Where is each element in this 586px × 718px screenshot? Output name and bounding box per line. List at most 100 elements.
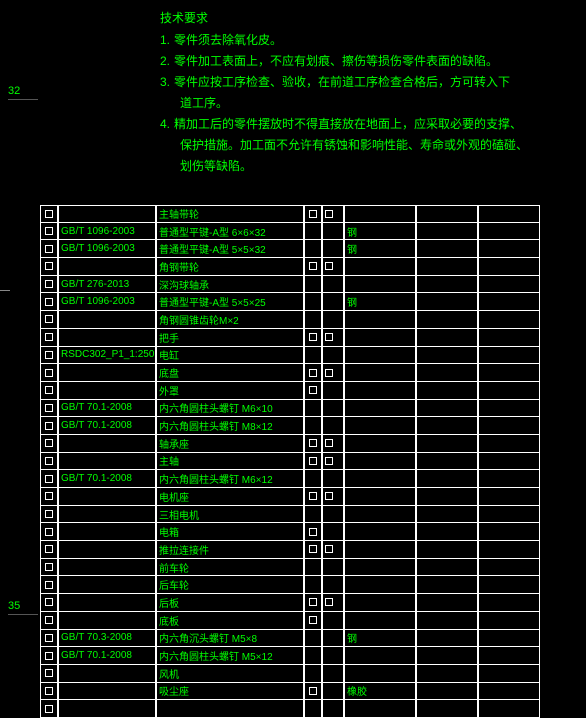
spare-cell-2 — [478, 700, 540, 718]
table-row[interactable]: 把手 — [40, 329, 580, 347]
marker-cell-1 — [304, 223, 322, 241]
checkbox-cell[interactable] — [40, 382, 58, 400]
checkbox-cell[interactable] — [40, 240, 58, 258]
table-row[interactable]: 推拉连接件 — [40, 541, 580, 559]
material-cell — [344, 417, 416, 435]
marker-cell-2 — [322, 240, 344, 258]
table-row[interactable]: 电箱 — [40, 523, 580, 541]
table-row[interactable]: GB/T 1096-2003普通型平键-A型 5×5×25钢 — [40, 293, 580, 311]
standard-cell — [58, 435, 156, 453]
marker-cell-1 — [304, 488, 322, 506]
description-cell: 电箱 — [156, 523, 304, 541]
table-row[interactable]: 主轴带轮 — [40, 205, 580, 223]
table-row[interactable]: GB/T 70.1-2008内六角圆柱头螺钉 M8×12 — [40, 417, 580, 435]
checkbox-cell[interactable] — [40, 506, 58, 524]
table-row[interactable]: 电机座 — [40, 488, 580, 506]
table-row[interactable]: GB/T 1096-2003普通型平键-A型 6×6×32钢 — [40, 223, 580, 241]
material-cell — [344, 559, 416, 577]
checkbox-cell[interactable] — [40, 258, 58, 276]
marker-cell-2 — [322, 223, 344, 241]
checkbox-cell[interactable] — [40, 541, 58, 559]
table-row[interactable]: 后板 — [40, 594, 580, 612]
checkbox-cell[interactable] — [40, 329, 58, 347]
table-row[interactable]: GB/T 70.1-2008内六角圆柱头螺钉 M6×12 — [40, 470, 580, 488]
description-cell: 角钢圆锥齿轮M×2 — [156, 311, 304, 329]
table-row[interactable]: 前车轮 — [40, 559, 580, 577]
spare-cell-2 — [478, 523, 540, 541]
standard-cell: GB/T 1096-2003 — [58, 240, 156, 258]
table-row[interactable]: 底盘 — [40, 364, 580, 382]
checkbox-cell[interactable] — [40, 435, 58, 453]
marker-icon — [309, 598, 317, 606]
notes-line: 保护措施。加工面不允许有锈蚀和影响性能、寿命或外观的磕碰、 — [160, 135, 570, 155]
table-row[interactable]: 吸尘座橡胶 — [40, 683, 580, 701]
table-row[interactable]: RSDC302_P1_1:250电缸 — [40, 347, 580, 365]
checkbox-cell[interactable] — [40, 665, 58, 683]
marker-cell-1 — [304, 700, 322, 718]
checkbox-cell[interactable] — [40, 612, 58, 630]
description-cell: 后车轮 — [156, 576, 304, 594]
marker-cell-1 — [304, 347, 322, 365]
table-row[interactable]: 主轴 — [40, 453, 580, 471]
bom-table[interactable]: 主轴带轮GB/T 1096-2003普通型平键-A型 6×6×32钢GB/T 1… — [40, 205, 580, 718]
marker-cell-2 — [322, 559, 344, 577]
marker-cell-1 — [304, 240, 322, 258]
standard-cell: GB/T 70.1-2008 — [58, 647, 156, 665]
table-row[interactable]: 轴承座 — [40, 435, 580, 453]
checkbox-cell[interactable] — [40, 347, 58, 365]
checkbox-icon — [45, 652, 53, 660]
spare-cell-2 — [478, 276, 540, 294]
table-row[interactable]: 外罩 — [40, 382, 580, 400]
marker-cell-1 — [304, 293, 322, 311]
description-cell: 外罩 — [156, 382, 304, 400]
table-row[interactable]: 风机 — [40, 665, 580, 683]
checkbox-cell[interactable] — [40, 364, 58, 382]
table-row[interactable]: GB/T 70.1-2008内六角圆柱头螺钉 M6×10 — [40, 400, 580, 418]
marker-icon — [325, 262, 333, 270]
table-row[interactable]: 后车轮 — [40, 576, 580, 594]
checkbox-cell[interactable] — [40, 594, 58, 612]
description-cell: 内六角圆柱头螺钉 M6×12 — [156, 470, 304, 488]
material-cell: 橡胶 — [344, 683, 416, 701]
checkbox-cell[interactable] — [40, 417, 58, 435]
checkbox-cell[interactable] — [40, 276, 58, 294]
table-row[interactable]: 底板 — [40, 612, 580, 630]
table-row[interactable]: 三相电机 — [40, 506, 580, 524]
standard-cell — [58, 523, 156, 541]
table-row[interactable] — [40, 700, 580, 718]
checkbox-cell[interactable] — [40, 488, 58, 506]
spare-cell-2 — [478, 364, 540, 382]
checkbox-cell[interactable] — [40, 453, 58, 471]
checkbox-cell[interactable] — [40, 576, 58, 594]
checkbox-cell[interactable] — [40, 630, 58, 648]
checkbox-cell[interactable] — [40, 700, 58, 718]
checkbox-cell[interactable] — [40, 293, 58, 311]
table-row[interactable]: 角钢圆锥齿轮M×2 — [40, 311, 580, 329]
checkbox-cell[interactable] — [40, 223, 58, 241]
checkbox-cell[interactable] — [40, 523, 58, 541]
material-cell — [344, 364, 416, 382]
checkbox-cell[interactable] — [40, 647, 58, 665]
marker-icon — [325, 210, 333, 218]
marker-cell-1 — [304, 523, 322, 541]
checkbox-cell[interactable] — [40, 205, 58, 223]
table-row[interactable]: 角钢带轮 — [40, 258, 580, 276]
checkbox-cell[interactable] — [40, 559, 58, 577]
checkbox-cell[interactable] — [40, 470, 58, 488]
table-row[interactable]: GB/T 276-2013深沟球轴承 — [40, 276, 580, 294]
checkbox-cell[interactable] — [40, 311, 58, 329]
checkbox-icon — [45, 545, 53, 553]
table-row[interactable]: GB/T 70.1-2008内六角圆柱头螺钉 M5×12 — [40, 647, 580, 665]
tick-mark — [0, 290, 10, 291]
table-row[interactable]: GB/T 1096-2003普通型平键-A型 5×5×32钢 — [40, 240, 580, 258]
marker-icon — [309, 439, 317, 447]
spare-cell-2 — [478, 417, 540, 435]
table-row[interactable]: GB/T 70.3-2008内六角沉头螺钉 M5×8钢 — [40, 630, 580, 648]
marker-cell-2 — [322, 647, 344, 665]
checkbox-cell[interactable] — [40, 400, 58, 418]
spare-cell-2 — [478, 400, 540, 418]
checkbox-icon — [45, 422, 53, 430]
description-cell: 深沟球轴承 — [156, 276, 304, 294]
checkbox-cell[interactable] — [40, 683, 58, 701]
standard-cell — [58, 382, 156, 400]
